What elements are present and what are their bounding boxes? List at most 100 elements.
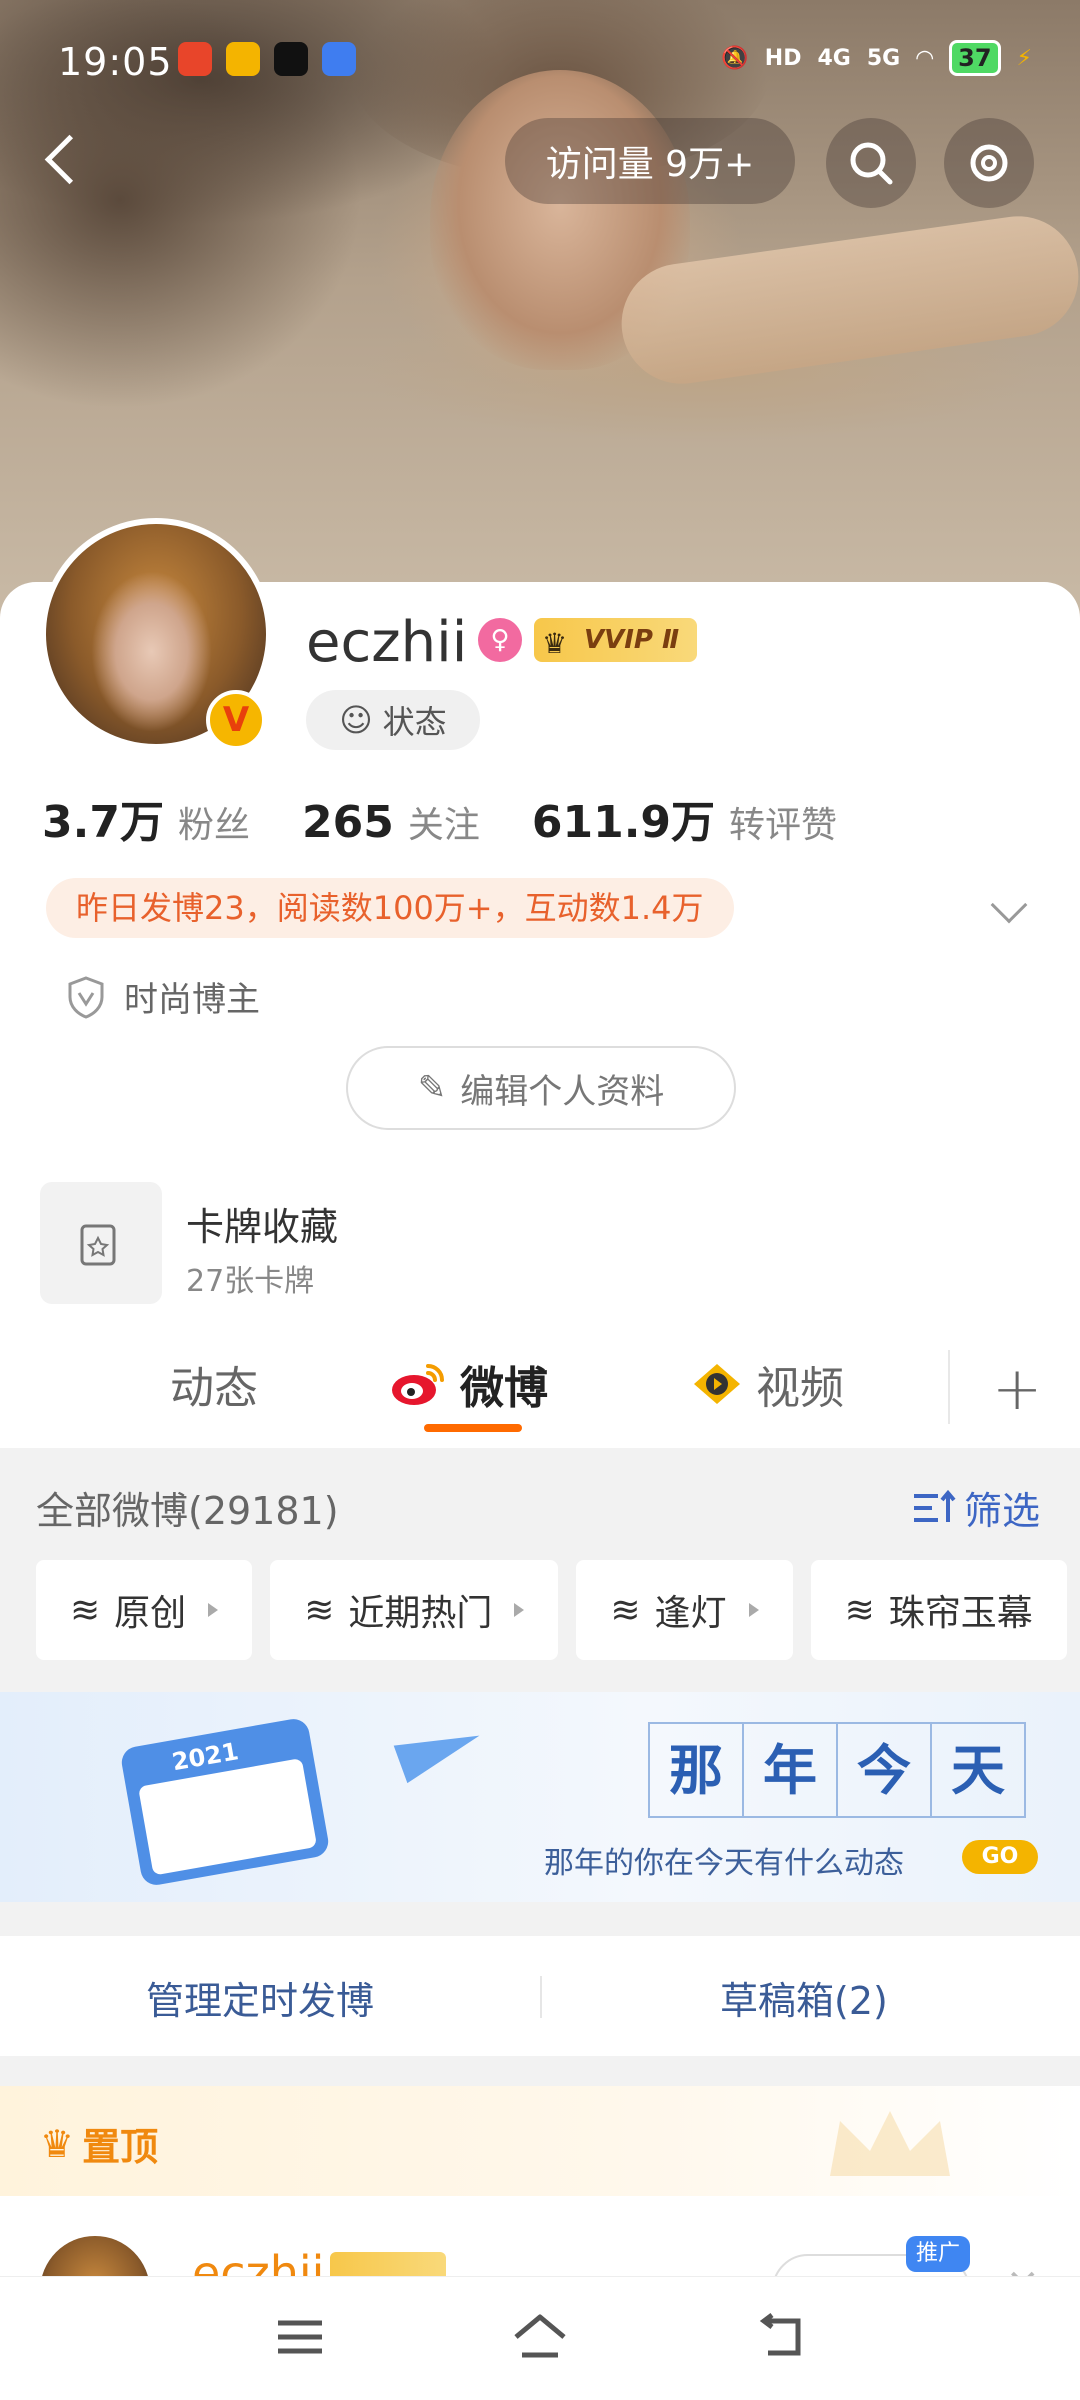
profile-tag[interactable]: 时尚博主 <box>66 972 260 1021</box>
shopping-app-icon <box>178 42 212 76</box>
network-4g-icon: 4G <box>817 45 851 71</box>
username: eczhii <box>306 610 468 675</box>
go-button[interactable]: GO <box>962 1840 1038 1874</box>
back-nav-icon[interactable] <box>754 2311 806 2363</box>
banner-subtitle: 那年的你在今天有什么动态 <box>544 1846 904 1881</box>
crown-decoration-icon <box>830 2111 950 2176</box>
stat-label: 转评赞 <box>729 805 838 846</box>
card-collection-title[interactable]: 卡牌收藏 <box>186 1196 338 1251</box>
mute-icon: 🔕 <box>721 45 749 71</box>
shield-icon <box>68 975 104 1019</box>
card-icon <box>80 1224 116 1266</box>
tab-active-indicator <box>424 1424 522 1432</box>
stat-value: 611.9万 <box>531 797 716 848</box>
category-chips: ≋ 原创 ≋ 近期热门 ≋ 逢灯 ≋ 珠帘玉幕 <box>36 1560 1067 1660</box>
verified-badge-icon: V <box>206 690 266 750</box>
chip-recent-hot[interactable]: ≋ 近期热门 <box>270 1560 559 1660</box>
all-weibo-count: 全部微博(29181) <box>36 1489 339 1533</box>
paper-plane-icon <box>393 1716 487 1784</box>
stat-value: 3.7万 <box>42 797 164 848</box>
status-label: 状态 <box>382 703 447 741</box>
drafts-button[interactable]: 草稿箱(2) <box>720 1970 888 2025</box>
search-icon <box>850 142 893 185</box>
activity-summary[interactable]: 昨日发博23，阅读数100万+，互动数1.4万 <box>46 878 734 938</box>
stat-value: 265 <box>301 797 394 848</box>
chip-label: 逢灯 <box>654 1593 727 1634</box>
network-5g-icon: 5G <box>866 45 901 71</box>
divider <box>948 1350 950 1424</box>
chip-pearl-curtain[interactable]: ≋ 珠帘玉幕 <box>810 1560 1067 1660</box>
stat-label: 粉丝 <box>177 805 250 846</box>
tiktok-app-icon <box>274 42 308 76</box>
filter-button[interactable]: 筛选 <box>912 1480 1040 1535</box>
battery-icon: 37 <box>949 40 1001 76</box>
status-face-icon: ☺ <box>339 701 373 739</box>
calendar-page <box>138 1758 318 1876</box>
baidu-app-icon <box>322 42 356 76</box>
edit-profile-button[interactable]: ✎ 编辑个人资料 <box>346 1046 736 1130</box>
stat-followers[interactable]: 3.7万 粉丝 <box>42 786 250 850</box>
card-collection-icon[interactable] <box>40 1182 162 1304</box>
pinned-label-text: 置顶 <box>82 2125 159 2169</box>
system-nav-bar <box>0 2276 1080 2400</box>
filter-label: 筛选 <box>963 1489 1040 1533</box>
stat-interactions[interactable]: 611.9万 转评赞 <box>532 786 837 850</box>
wifi-icon: ◠ <box>916 45 934 71</box>
home-icon[interactable] <box>510 2311 570 2363</box>
status-button[interactable]: ☺ 状态 <box>306 690 480 750</box>
profile-stats: 3.7万 粉丝 265 关注 611.9万 转评赞 <box>42 786 889 850</box>
promote-tag: 推广 <box>906 2236 971 2272</box>
video-icon <box>694 1364 740 1404</box>
notification-icons <box>178 42 356 76</box>
search-button[interactable] <box>826 118 916 208</box>
pinned-label: ♛ 置顶 <box>40 2116 158 2171</box>
chip-original[interactable]: ≋ 原创 <box>36 1560 253 1660</box>
settings-button[interactable] <box>944 118 1034 208</box>
divider <box>540 1976 542 2018</box>
pinned-header: ♛ 置顶 <box>0 2086 1080 2196</box>
status-right: 🔕 HD 4G 5G ◠ 37 ⚡ <box>721 40 1032 76</box>
tab-label: 视频 <box>756 1363 844 1414</box>
banner-title-char: 年 <box>742 1722 838 1818</box>
banner-title-char: 今 <box>836 1722 932 1818</box>
chip-label: 珠帘玉幕 <box>888 1593 1033 1634</box>
layers-icon: ≋ <box>610 1589 641 1631</box>
tab-weibo[interactable]: 微博 <box>390 1352 548 1416</box>
banner-title-char: 天 <box>930 1722 1026 1818</box>
chip-lantern[interactable]: ≋ 逢灯 <box>576 1560 793 1660</box>
crown-icon: ♛ <box>40 2121 75 2166</box>
layers-icon: ≋ <box>70 1589 101 1631</box>
female-icon: ♀ <box>478 618 522 662</box>
hd-icon: HD <box>764 45 802 71</box>
crown-icon: ♛ <box>542 627 568 660</box>
layers-icon: ≋ <box>844 1589 875 1631</box>
profile-tag-label: 时尚博主 <box>124 980 260 1020</box>
calendar-illustration: 2021 <box>119 1716 331 1888</box>
chip-label: 原创 <box>114 1593 187 1634</box>
banner-title-char: 那 <box>648 1722 744 1818</box>
manage-row: 管理定时发博 草稿箱(2) <box>0 1936 1080 2056</box>
tab-video[interactable]: 视频 <box>690 1352 844 1416</box>
card-collection-subtitle: 27张卡牌 <box>186 1264 315 1299</box>
add-tab-icon[interactable]: + <box>992 1354 1042 1424</box>
tab-dynamics[interactable]: 动态 <box>170 1352 258 1416</box>
profile-tabs: 动态 微博 视频 + <box>0 1330 1080 1448</box>
stat-label: 关注 <box>407 805 480 846</box>
vvip-badge[interactable]: ♛ VVIP Ⅱ <box>534 618 698 662</box>
status-time: 19:05 <box>58 40 173 84</box>
pencil-icon: ✎ <box>417 1068 447 1108</box>
caret-right-icon <box>748 1603 759 1617</box>
chip-label: 近期热门 <box>348 1593 493 1634</box>
charging-icon: ⚡ <box>1016 45 1032 71</box>
filter-icon <box>913 1489 956 1522</box>
weibo-icon <box>392 1364 444 1405</box>
scheduled-posts-button[interactable]: 管理定时发博 <box>146 1970 374 2025</box>
menu-icon[interactable] <box>274 2311 326 2363</box>
banner-title: 那 年 今 天 <box>648 1722 1026 1818</box>
layers-icon: ≋ <box>304 1589 335 1631</box>
back-button[interactable] <box>36 130 90 190</box>
on-this-day-banner[interactable]: 2021 那 年 今 天 那年的你在今天有什么动态 GO <box>0 1692 1080 1902</box>
tab-label: 动态 <box>170 1363 258 1414</box>
vvip-label: VVIP Ⅱ <box>584 625 680 655</box>
stat-following[interactable]: 265 关注 <box>302 796 480 848</box>
